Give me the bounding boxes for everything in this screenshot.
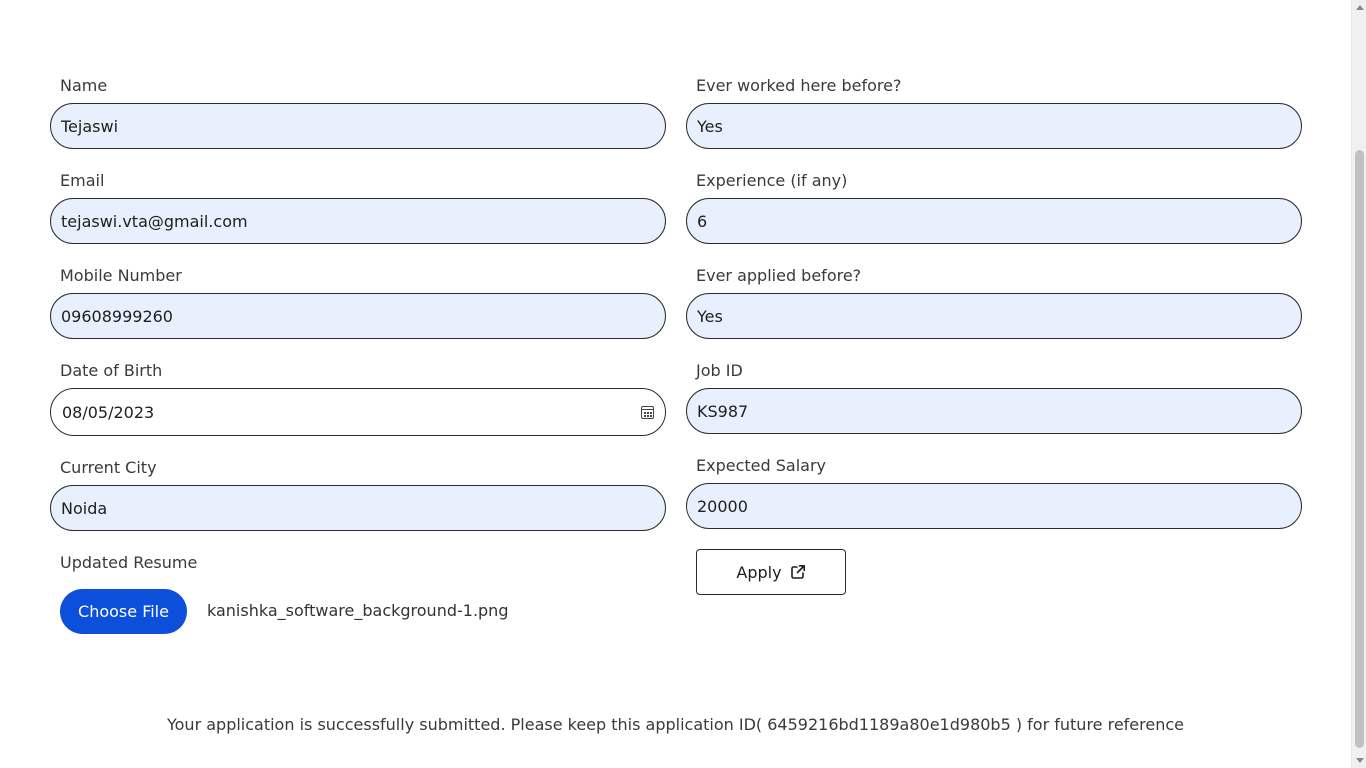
name-input[interactable] bbox=[50, 103, 666, 149]
scrollbar-thumb[interactable] bbox=[1355, 150, 1364, 748]
worked-before-input[interactable] bbox=[686, 103, 1302, 149]
applied-before-input[interactable] bbox=[686, 293, 1302, 339]
application-form-page: Name Email Mobile Number Date of Birth 0… bbox=[0, 0, 1366, 768]
selected-file-name: kanishka_software_background-1.png bbox=[207, 601, 509, 620]
mobile-input[interactable] bbox=[50, 293, 666, 339]
dob-value: 08/05/2023 bbox=[62, 402, 155, 422]
city-input[interactable] bbox=[50, 485, 666, 531]
resume-label: Updated Resume bbox=[60, 553, 198, 572]
email-label: Email bbox=[60, 171, 105, 190]
experience-input[interactable] bbox=[686, 198, 1302, 244]
salary-input[interactable] bbox=[686, 483, 1302, 529]
apply-button-label: Apply bbox=[736, 562, 782, 582]
city-label: Current City bbox=[60, 458, 157, 477]
submission-success-message: Your application is successfully submitt… bbox=[166, 715, 1184, 734]
apply-button[interactable]: Apply bbox=[696, 549, 846, 595]
scroll-down-arrow-icon[interactable] bbox=[1356, 758, 1364, 763]
salary-label: Expected Salary bbox=[696, 456, 826, 475]
mobile-label: Mobile Number bbox=[60, 266, 182, 285]
dob-label: Date of Birth bbox=[60, 361, 163, 380]
dob-input[interactable]: 08/05/2023 bbox=[50, 388, 666, 436]
external-link-icon bbox=[790, 565, 805, 579]
scroll-up-arrow-icon[interactable] bbox=[1356, 5, 1364, 10]
email-input[interactable] bbox=[50, 198, 666, 244]
vertical-scrollbar[interactable] bbox=[1351, 0, 1366, 768]
choose-file-button[interactable]: Choose File bbox=[60, 589, 187, 634]
experience-label: Experience (if any) bbox=[696, 171, 848, 190]
job-id-input[interactable] bbox=[686, 388, 1302, 434]
job-id-label: Job ID bbox=[696, 361, 743, 380]
calendar-icon[interactable] bbox=[641, 405, 654, 419]
applied-before-label: Ever applied before? bbox=[696, 266, 862, 285]
worked-before-label: Ever worked here before? bbox=[696, 76, 902, 95]
name-label: Name bbox=[60, 76, 108, 95]
